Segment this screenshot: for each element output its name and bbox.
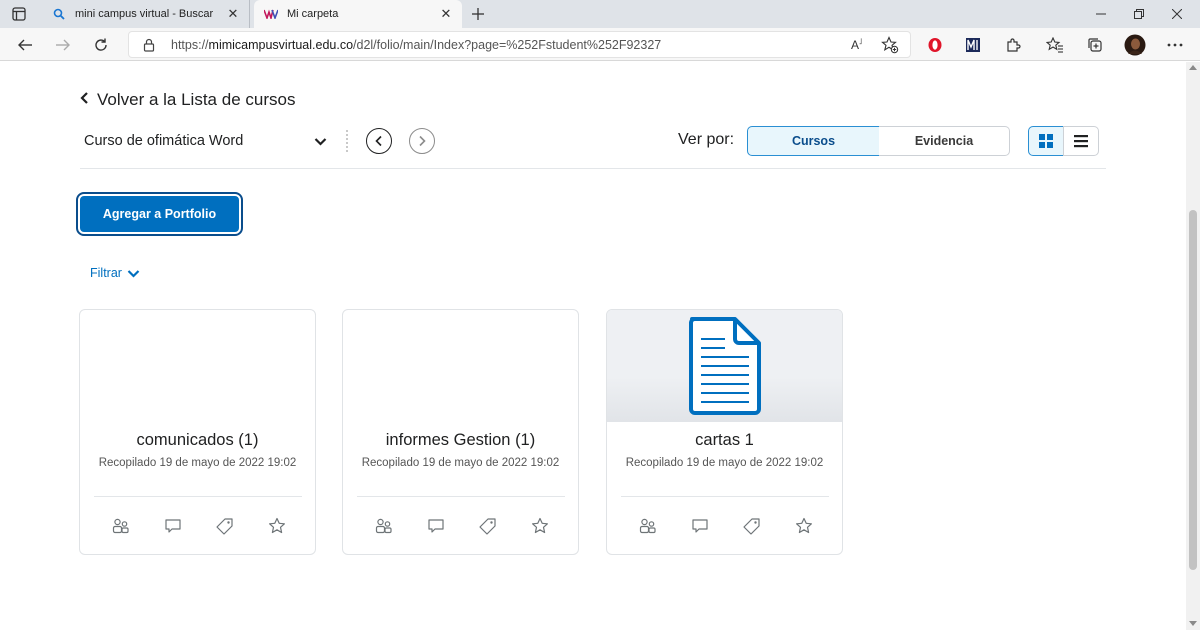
share-icon[interactable] <box>638 516 658 536</box>
star-icon[interactable] <box>267 516 287 536</box>
close-tab-icon[interactable]: ✕ <box>438 6 454 22</box>
browser-tab-search[interactable]: mini campus virtual - Buscar ✕ <box>42 0 250 28</box>
document-icon <box>687 315 763 420</box>
back-link-label: Volver a la Lista de cursos <box>97 90 296 109</box>
card-divider <box>94 496 302 497</box>
comment-icon[interactable] <box>426 516 446 536</box>
evidence-card[interactable]: cartas 1 Recopilado 19 de mayo de 2022 1… <box>606 309 843 555</box>
tab-actions-icon[interactable] <box>10 5 28 23</box>
view-by-evidence-button[interactable]: Evidencia <box>879 126 1010 156</box>
view-by-label: Ver por: <box>678 131 735 148</box>
star-icon[interactable] <box>530 516 550 536</box>
profile-avatar[interactable] <box>1122 32 1148 58</box>
back-arrow-icon[interactable] <box>12 32 38 58</box>
toolbar-divider <box>346 130 349 152</box>
page-content: Volver a la Lista de cursos Curso de ofi… <box>0 62 1186 630</box>
scrollbar-thumb[interactable] <box>1189 210 1197 570</box>
card-date: Recopilado 19 de mayo de 2022 19:02 <box>625 457 824 469</box>
close-window-button[interactable] <box>1154 0 1200 28</box>
chevron-right-icon <box>419 135 426 147</box>
scroll-down-arrow-icon[interactable] <box>1189 621 1197 626</box>
card-divider <box>621 496 829 497</box>
opera-extension-icon[interactable] <box>922 32 948 58</box>
extension-icon[interactable] <box>960 32 986 58</box>
share-icon[interactable] <box>111 516 131 536</box>
refresh-icon[interactable] <box>88 32 114 58</box>
chevron-left-icon <box>375 135 382 147</box>
tag-icon[interactable] <box>215 516 235 536</box>
search-icon <box>52 7 66 21</box>
filter-label: Filtrar <box>90 266 122 280</box>
read-aloud-icon[interactable]: A˩ <box>851 37 862 52</box>
card-date: Recopilado 19 de mayo de 2022 19:02 <box>361 457 560 469</box>
tab-title: Mi carpeta <box>287 8 339 20</box>
page-scrollbar[interactable] <box>1186 62 1200 630</box>
list-icon <box>1074 135 1088 148</box>
add-to-portfolio-button[interactable]: Agregar a Portfolio <box>76 192 243 236</box>
grid-icon <box>1039 134 1053 148</box>
course-select-dropdown[interactable]: Curso de ofimática Word <box>84 130 334 152</box>
next-course-button[interactable] <box>409 128 435 154</box>
back-to-course-list-link[interactable]: Volver a la Lista de cursos <box>80 90 295 110</box>
more-menu-icon[interactable] <box>1162 32 1188 58</box>
card-title[interactable]: informes Gestion (1) <box>343 431 578 450</box>
collections-icon[interactable] <box>1082 32 1108 58</box>
star-icon[interactable] <box>794 516 814 536</box>
url-text: https://mimicampusvirtual.edu.co/d2l/fol… <box>171 38 662 52</box>
card-divider <box>357 496 565 497</box>
card-title[interactable]: comunicados (1) <box>80 431 315 450</box>
card-thumbnail <box>80 310 315 422</box>
chevron-left-icon <box>80 90 89 110</box>
browser-toolbar: https://mimicampusvirtual.edu.co/d2l/fol… <box>0 28 1200 61</box>
section-divider <box>80 168 1106 169</box>
filter-dropdown[interactable]: Filtrar <box>90 265 140 281</box>
chevron-down-icon <box>314 134 327 150</box>
card-thumbnail <box>343 310 578 422</box>
view-by-courses-button[interactable]: Cursos <box>747 126 880 156</box>
previous-course-button[interactable] <box>366 128 392 154</box>
address-bar[interactable]: https://mimicampusvirtual.edu.co/d2l/fol… <box>128 31 911 58</box>
card-title[interactable]: cartas 1 <box>607 431 842 450</box>
list-view-button[interactable] <box>1063 126 1099 156</box>
tag-icon[interactable] <box>742 516 762 536</box>
comment-icon[interactable] <box>163 516 183 536</box>
evidence-card[interactable]: informes Gestion (1) Recopilado 19 de ma… <box>342 309 579 555</box>
comment-icon[interactable] <box>690 516 710 536</box>
chevron-down-icon <box>127 267 140 281</box>
favorites-icon[interactable] <box>1042 32 1068 58</box>
extensions-puzzle-icon[interactable] <box>1000 32 1026 58</box>
grid-view-button[interactable] <box>1028 126 1064 156</box>
scroll-up-arrow-icon[interactable] <box>1189 65 1197 70</box>
browser-tab-active[interactable]: Mi carpeta ✕ <box>254 0 462 28</box>
new-tab-button[interactable] <box>468 4 488 24</box>
browser-tab-strip: mini campus virtual - Buscar ✕ Mi carpet… <box>0 0 1200 28</box>
forward-arrow-icon[interactable] <box>50 32 76 58</box>
tab-title: mini campus virtual - Buscar <box>75 8 214 20</box>
close-tab-icon[interactable]: ✕ <box>225 6 241 22</box>
evidence-card[interactable]: comunicados (1) Recopilado 19 de mayo de… <box>79 309 316 555</box>
tag-icon[interactable] <box>478 516 498 536</box>
card-thumbnail <box>607 310 842 422</box>
lock-icon[interactable] <box>143 38 155 57</box>
share-icon[interactable] <box>374 516 394 536</box>
site-logo-icon <box>264 7 278 21</box>
card-date: Recopilado 19 de mayo de 2022 19:02 <box>98 457 297 469</box>
course-select-value: Curso de ofimática Word <box>84 133 244 149</box>
add-favorite-icon[interactable] <box>881 36 899 59</box>
